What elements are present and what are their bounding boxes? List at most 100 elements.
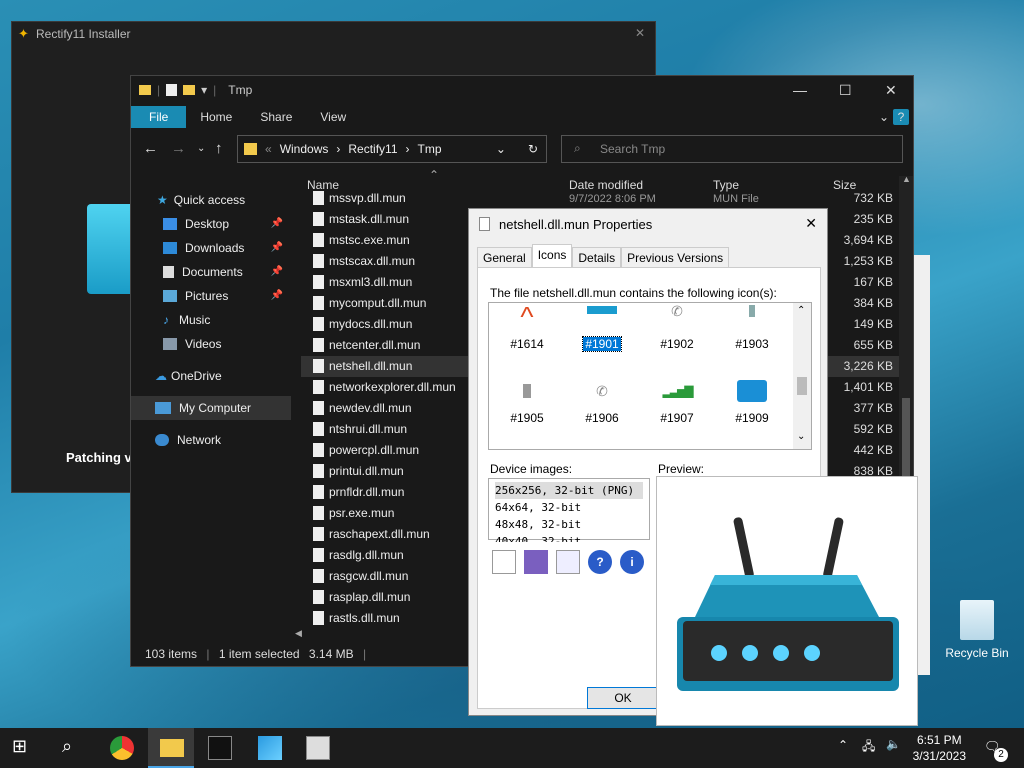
icon-grid[interactable]: ^ #1614 #1901 ✆ #1902 #1903 #1905 ✆ #1906 ▂…: [488, 302, 812, 450]
start-icon[interactable]: ⊞: [12, 736, 36, 760]
icon-1902[interactable]: ✆ #1902: [647, 299, 707, 369]
save-icon[interactable]: [524, 550, 548, 574]
refresh-icon[interactable]: ↻: [528, 142, 538, 156]
file-size: 442 KB: [853, 443, 893, 457]
ribbon-tab-share[interactable]: Share: [246, 106, 306, 128]
volume-icon[interactable]: 🔈: [886, 737, 901, 751]
save-all-icon[interactable]: [556, 550, 580, 574]
installer-close-icon[interactable]: ✕: [635, 26, 645, 40]
installer-title: Rectify11 Installer: [36, 27, 131, 41]
new-folder-icon[interactable]: [183, 85, 196, 95]
up-icon[interactable]: ↑: [215, 140, 223, 157]
toolbar: ? i: [492, 550, 644, 574]
address-bar[interactable]: « Windows › Rectify11 › Tmp ⌄ ↻: [237, 135, 547, 163]
icon-1614[interactable]: ^ #1614: [497, 299, 557, 369]
search-icon[interactable]: ⌕: [62, 736, 86, 760]
close-button[interactable]: ✕: [885, 82, 897, 99]
file-icon: [313, 569, 324, 583]
scroll-left-icon[interactable]: ◀: [295, 628, 302, 639]
properties-icon[interactable]: [166, 84, 178, 96]
device-images-list[interactable]: 256x256, 32-bit (PNG) 64x64, 32-bit 48x4…: [488, 478, 650, 542]
icon-1905[interactable]: #1905: [497, 373, 557, 443]
breadcrumb-tmp[interactable]: Tmp: [418, 142, 442, 156]
file-name: netcenter.dll.mun: [329, 338, 421, 352]
file-icon: [313, 527, 324, 541]
navigation-bar: ← → ⌄ ↑ « Windows › Rectify11 › Tmp ⌄ ↻ …: [131, 134, 913, 166]
sidebar-item-quick-access[interactable]: ★ Quick access: [131, 188, 291, 212]
breadcrumb-rectify11[interactable]: Rectify11: [348, 142, 397, 156]
sidebar-item-onedrive[interactable]: ☁ OneDrive: [131, 364, 291, 388]
ribbon-expand-icon[interactable]: ⌄: [875, 106, 893, 128]
copy-icon[interactable]: [492, 550, 516, 574]
tray-chevron-icon[interactable]: ⌃: [838, 738, 848, 752]
ok-button[interactable]: OK: [587, 687, 659, 709]
icon-grid-scrollbar[interactable]: ⌃ ⌄: [793, 303, 811, 449]
icon-grid-scroll-thumb[interactable]: [797, 377, 807, 395]
list-item[interactable]: 256x256, 32-bit (PNG): [495, 482, 643, 499]
clock[interactable]: 6:51 PM 3/31/2023: [913, 732, 966, 764]
ribbon-tab-view[interactable]: View: [306, 106, 360, 128]
selection-count: 1 item selected: [218, 647, 300, 661]
ribbon-tab-file[interactable]: File: [131, 106, 187, 128]
file-size: 377 KB: [853, 401, 893, 415]
date: 3/31/2023: [912, 749, 966, 763]
search-input[interactable]: ⌕ Search Tmp: [561, 135, 903, 163]
address-dropdown-icon[interactable]: ⌄: [496, 142, 506, 156]
dialog-close-icon[interactable]: ✕: [805, 215, 817, 232]
star-icon: ★: [157, 193, 168, 207]
icon-1909[interactable]: #1909: [722, 373, 782, 443]
rectify11-icon[interactable]: [258, 736, 282, 760]
sidebar-item-pictures[interactable]: Pictures 📌: [131, 284, 291, 308]
icon-1903[interactable]: #1903: [722, 299, 782, 369]
help-icon[interactable]: ?: [893, 109, 909, 125]
sidebar-item-downloads[interactable]: Downloads 📌: [131, 236, 291, 260]
network-tray-icon[interactable]: 🖧: [862, 737, 875, 758]
chrome-icon[interactable]: [110, 736, 134, 760]
help-icon[interactable]: ?: [588, 550, 612, 574]
recent-chevron-icon[interactable]: ⌄: [197, 143, 205, 154]
file-explorer-icon[interactable]: [160, 739, 184, 757]
icon-1907[interactable]: ▂▃▅▇ #1907: [647, 373, 707, 443]
file-name: msxml3.dll.mun: [329, 275, 413, 289]
sidebar-item-videos[interactable]: Videos: [131, 332, 291, 356]
icon-1901[interactable]: #1901: [572, 299, 632, 369]
maximize-button[interactable]: ☐: [839, 82, 852, 99]
router-icon: [677, 517, 899, 691]
file-name: mydocs.dll.mun: [329, 317, 413, 331]
scrollbar-thumb[interactable]: [902, 398, 910, 478]
ribbon-tab-home[interactable]: Home: [186, 106, 246, 128]
forward-icon[interactable]: →: [171, 140, 186, 157]
sidebar-item-music[interactable]: ♪ Music: [131, 308, 291, 332]
minimize-button[interactable]: —: [793, 82, 807, 98]
file-size: 592 KB: [853, 422, 893, 436]
terminal-icon[interactable]: [208, 736, 232, 760]
file-icon: [313, 590, 324, 604]
icon-1906[interactable]: ✆ #1906: [572, 373, 632, 443]
table-row[interactable]: mssvp.dll.mun 732 KB: [301, 188, 911, 209]
sidebar-item-desktop[interactable]: Desktop 📌: [131, 212, 291, 236]
properties-app-icon[interactable]: [306, 736, 330, 760]
modem-icon: [749, 305, 755, 317]
sidebar-item-documents[interactable]: Documents 📌: [131, 260, 291, 284]
preview-label: Preview:: [658, 462, 705, 476]
info-icon[interactable]: i: [620, 550, 644, 574]
videos-icon: [163, 338, 177, 350]
sidebar-item-network[interactable]: Network: [131, 428, 291, 452]
recycle-bin[interactable]: Recycle Bin: [944, 600, 1010, 660]
file-icon: [313, 380, 324, 394]
search-placeholder: Search Tmp: [600, 142, 666, 156]
phone-icon: ✆: [671, 302, 683, 319]
pin-icon: 📌: [270, 290, 283, 301]
back-icon[interactable]: ←: [143, 140, 158, 157]
list-item[interactable]: 64x64, 32-bit: [495, 499, 643, 516]
breadcrumb-windows[interactable]: Windows: [280, 142, 329, 156]
list-item[interactable]: 48x48, 32-bit: [495, 516, 643, 533]
sidebar-item-my-computer[interactable]: My Computer: [131, 396, 291, 420]
customize-qat-icon[interactable]: ▾: [201, 83, 207, 97]
file-name: raschapext.dll.mun: [329, 527, 430, 541]
dialog-title: netshell.dll.mun Properties: [499, 217, 653, 232]
icons-label: The file netshell.dll.mun contains the f…: [490, 286, 777, 300]
file-name: mssvp.dll.mun: [329, 191, 406, 205]
list-item[interactable]: 40x40, 32-bit: [495, 533, 643, 542]
tab-icons[interactable]: Icons: [531, 244, 573, 268]
